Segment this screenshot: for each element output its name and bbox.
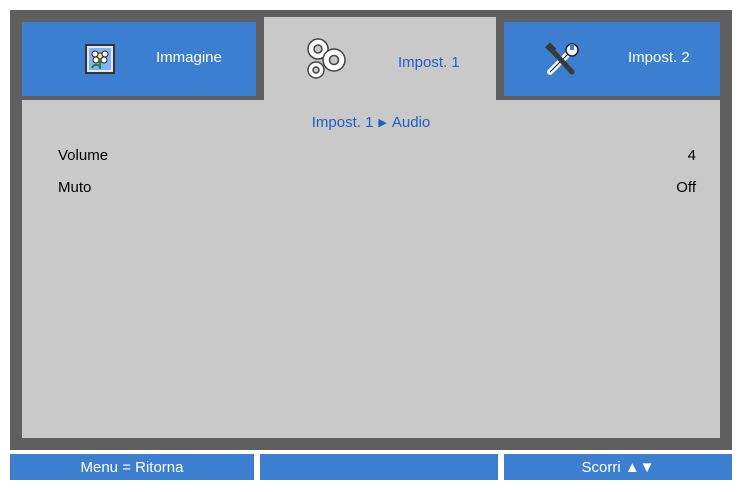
footer-back-hint: Menu = Ritorna <box>10 454 254 480</box>
tab-impost-1[interactable]: Impost. 1 <box>264 17 496 107</box>
footer-scroll-hint: Scorri ▲▼ <box>504 454 732 480</box>
gears-icon <box>304 36 352 80</box>
breadcrumb-current: Audio <box>391 114 431 131</box>
setting-label: Volume <box>58 147 109 164</box>
footer-middle <box>260 454 498 480</box>
breadcrumb-parent: Impost. 1 <box>311 114 374 131</box>
tab-label: Immagine <box>156 49 222 66</box>
tab-label: Impost. 1 <box>398 54 460 71</box>
flower-image-icon <box>82 41 118 77</box>
tab-label: Impost. 2 <box>628 49 690 66</box>
setting-row-volume[interactable]: Volume 4 <box>58 147 696 169</box>
breadcrumb-arrow-icon: ▶ <box>378 117 387 129</box>
setting-label: Muto <box>58 179 92 196</box>
tab-impost-2[interactable]: Impost. 2 <box>504 22 720 96</box>
tab-immagine[interactable]: Immagine <box>22 22 256 96</box>
setting-value: 4 <box>687 147 696 164</box>
setting-row-muto[interactable]: Muto Off <box>58 179 696 201</box>
settings-panel: Impost. 1 ▶ Audio Volume 4 Muto Off <box>22 100 720 438</box>
breadcrumb: Impost. 1 ▶ Audio <box>22 114 720 131</box>
setting-value: Off <box>676 179 696 196</box>
footer-bar: Menu = Ritorna Scorri ▲▼ <box>10 452 732 482</box>
tools-icon <box>542 42 582 78</box>
